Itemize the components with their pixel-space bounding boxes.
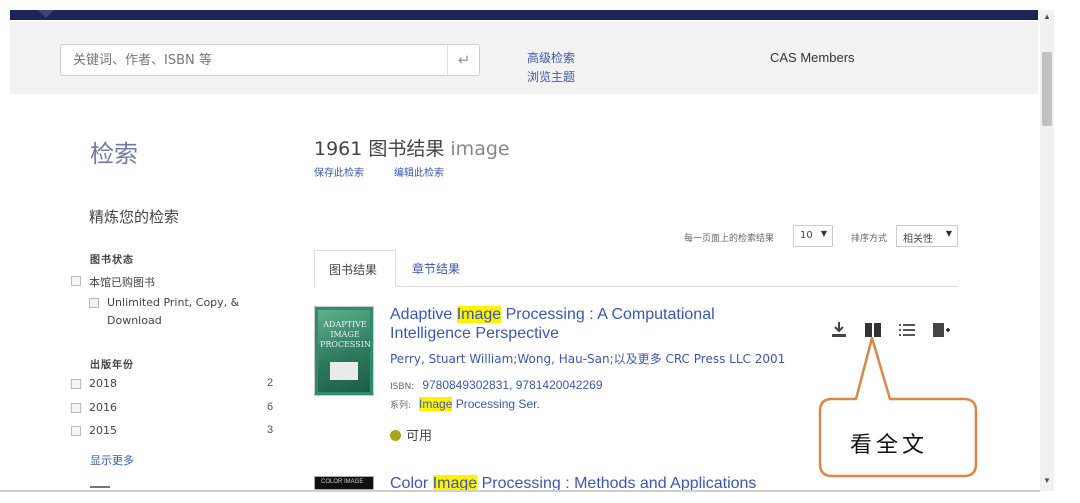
vertical-scrollbar[interactable]: ▲ ▼	[1040, 10, 1054, 491]
scroll-down-arrow-icon[interactable]: ▼	[1040, 476, 1054, 488]
callout-bubble	[818, 336, 978, 478]
callout-text: 看全文	[850, 433, 929, 458]
book2-cover[interactable]: COLOR IMAGE	[314, 476, 374, 490]
scroll-up-arrow-icon[interactable]: ▲	[1040, 12, 1054, 24]
scroll-thumb[interactable]	[1042, 52, 1052, 126]
book2-cover-text: COLOR IMAGE	[321, 479, 364, 485]
page: ↵ 高级检索 浏览主题 CAS Members 检索 精炼您的检索 图书状态 本…	[0, 0, 1080, 503]
viewport-bottom-edge	[0, 490, 1040, 492]
